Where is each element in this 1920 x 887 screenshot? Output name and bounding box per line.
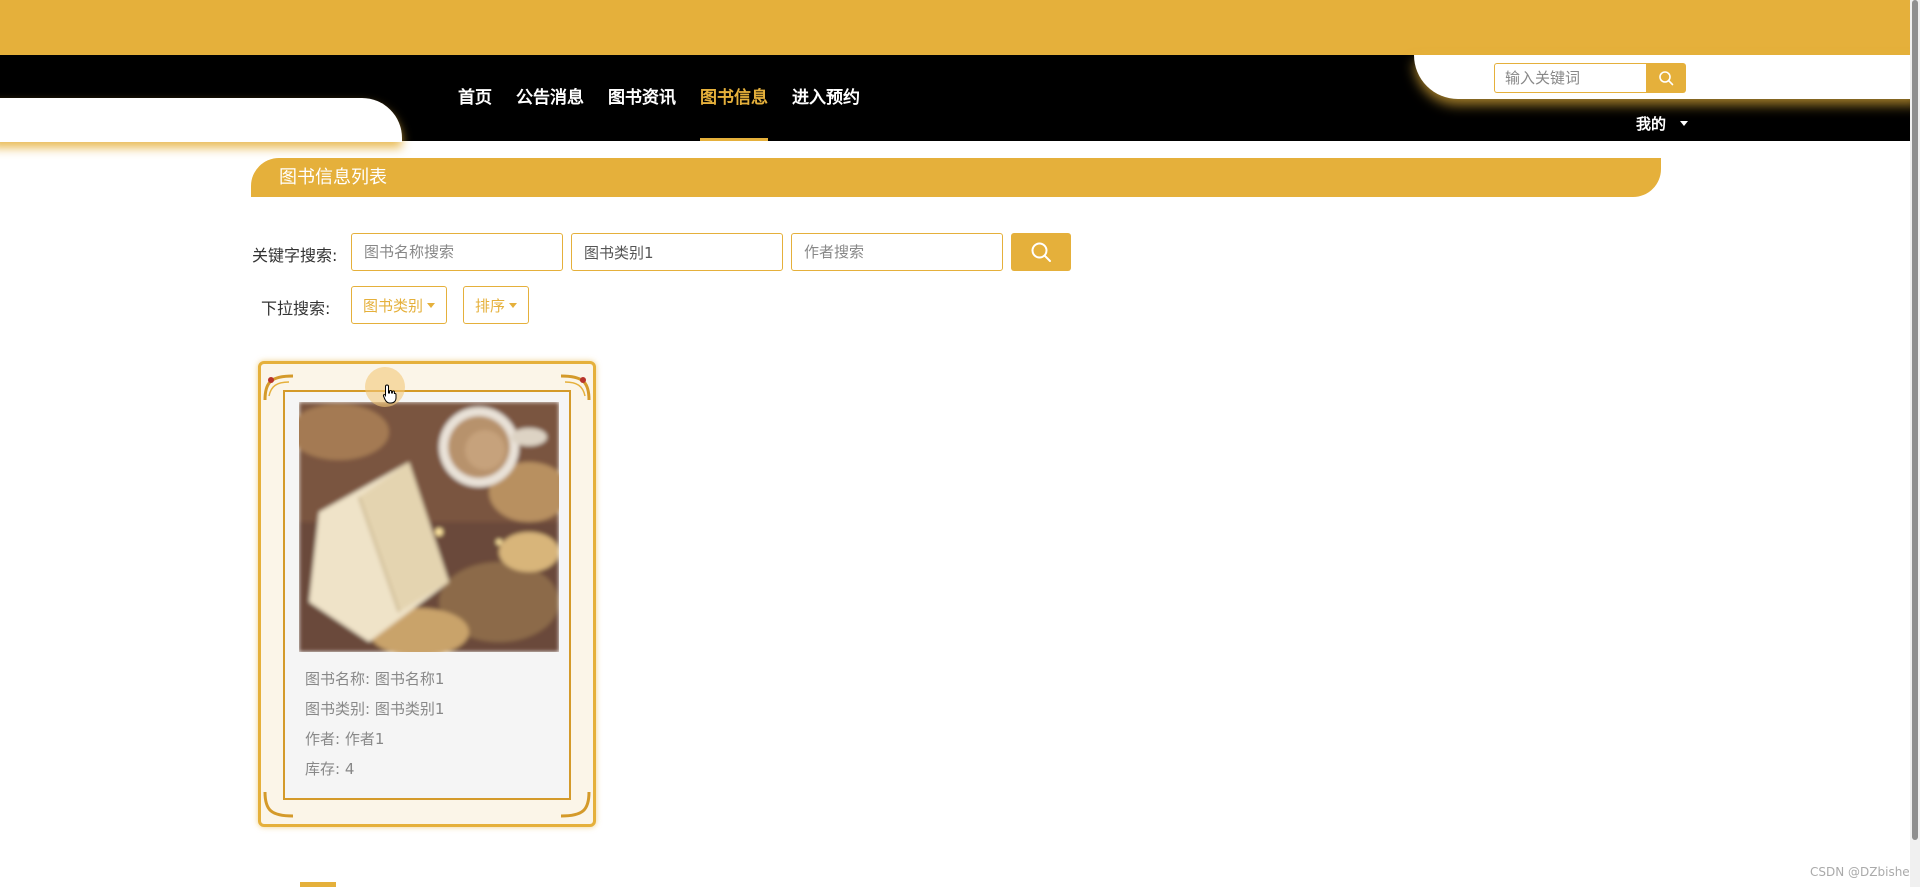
top-search	[1494, 63, 1686, 93]
sort-dropdown[interactable]: 排序	[463, 286, 530, 324]
section-header: 图书信息列表	[251, 158, 1661, 197]
top-search-input[interactable]	[1494, 63, 1646, 93]
user-menu[interactable]: 我的	[1636, 113, 1689, 134]
nav-item-announcements[interactable]: 公告消息	[516, 55, 584, 141]
author-search-input[interactable]	[791, 233, 1003, 271]
book-stock: 库存: 4	[305, 760, 355, 778]
category-dropdown[interactable]: 图书类别	[351, 286, 448, 324]
main-nav: 首页 公告消息 图书资讯 图书信息 进入预约	[458, 55, 884, 141]
search-icon	[1659, 71, 1674, 86]
watermark: CSDN @DZbishe	[1810, 865, 1910, 879]
top-accent-strip	[0, 0, 1920, 55]
book-category: 图书类别: 图书类别1	[305, 700, 445, 718]
search-button[interactable]	[1011, 233, 1071, 271]
book-card-inner: 图书名称: 图书名称1 图书类别: 图书类别1 作者: 作者1 库存: 4	[283, 390, 571, 800]
book-category-search-input[interactable]	[571, 233, 783, 271]
nav-item-home[interactable]: 首页	[458, 55, 492, 141]
chevron-down-icon	[509, 302, 518, 308]
book-author: 作者: 作者1	[305, 730, 385, 748]
nav-item-book-info[interactable]: 图书信息	[700, 55, 768, 141]
nav-item-book-news[interactable]: 图书资讯	[608, 55, 676, 141]
dropdown-search-label: 下拉搜索:	[261, 299, 331, 318]
logo-area	[0, 98, 402, 142]
category-dropdown-label: 图书类别	[363, 296, 424, 315]
keyword-search-label: 关键字搜索:	[252, 246, 338, 265]
top-search-button[interactable]	[1646, 63, 1686, 93]
book-name-search-input[interactable]	[351, 233, 563, 271]
book-card[interactable]: 图书名称: 图书名称1 图书类别: 图书类别1 作者: 作者1 库存: 4	[258, 361, 596, 827]
pagination-hint	[300, 882, 336, 887]
sort-dropdown-label: 排序	[475, 296, 506, 315]
book-cover-image[interactable]	[299, 402, 559, 652]
hand-cursor-icon	[382, 384, 397, 404]
search-icon	[1031, 242, 1051, 262]
book-name: 图书名称: 图书名称1	[305, 670, 445, 688]
scrollbar-thumb[interactable]	[1912, 0, 1918, 840]
chevron-down-icon	[1680, 121, 1689, 126]
chevron-down-icon	[427, 302, 436, 308]
nav-item-reservation[interactable]: 进入预约	[792, 55, 860, 141]
user-menu-label: 我的	[1636, 115, 1667, 133]
section-title: 图书信息列表	[279, 167, 387, 188]
